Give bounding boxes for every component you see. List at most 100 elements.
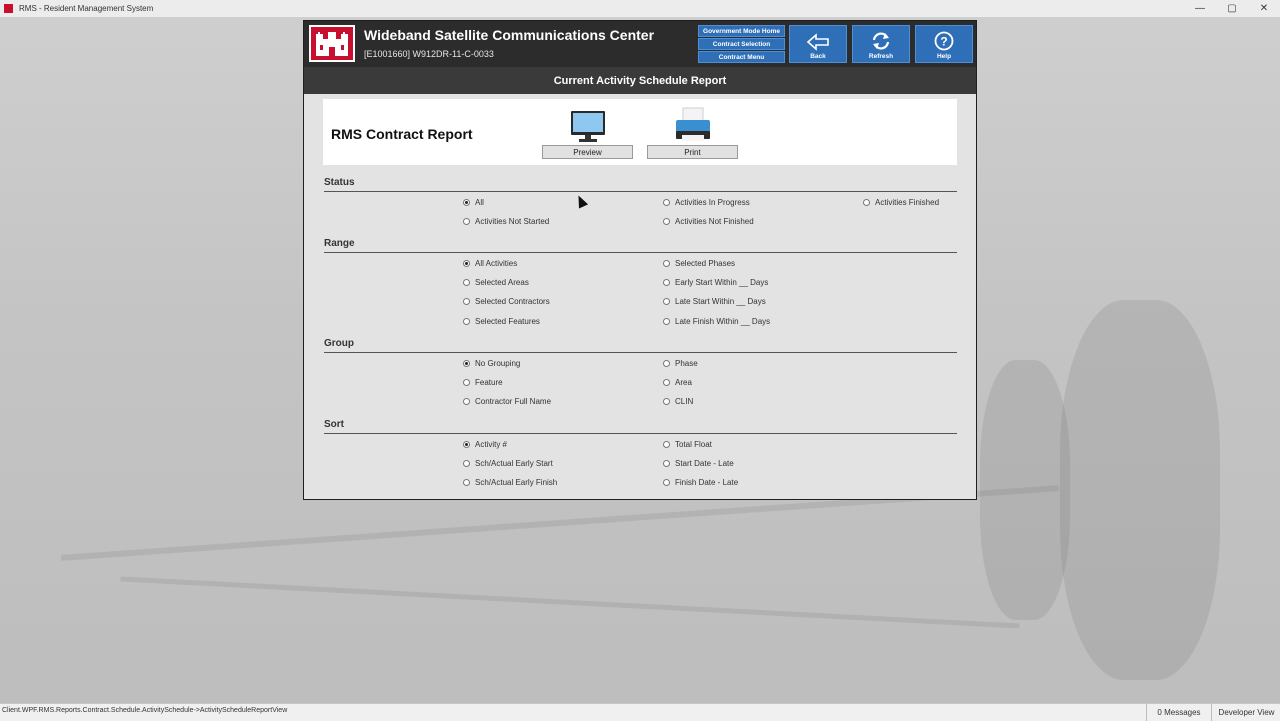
refresh-label: Refresh (868, 53, 894, 60)
option-label: Area (675, 378, 692, 387)
group-option-contractor-full-name[interactable]: Contractor Full Name (463, 397, 551, 406)
group-option-phase[interactable]: Phase (663, 359, 698, 368)
radio[interactable] (663, 398, 670, 405)
radio[interactable] (463, 460, 470, 467)
castle-logo-icon (309, 25, 355, 62)
radio[interactable] (663, 479, 670, 486)
radio[interactable] (663, 318, 670, 325)
group-option-no-grouping[interactable]: No Grouping (463, 359, 520, 368)
contract-selection-link[interactable]: Contract Selection (698, 38, 785, 50)
range-option-selected-areas[interactable]: Selected Areas (463, 278, 529, 287)
sort-option-early-finish[interactable]: Sch/Actual Early Finish (463, 478, 557, 487)
radio[interactable] (663, 260, 670, 267)
range-option-selected-features[interactable]: Selected Features (463, 317, 540, 326)
option-label: Feature (475, 378, 503, 387)
range-option-selected-contractors[interactable]: Selected Contractors (463, 297, 550, 306)
status-option-finished[interactable]: Activities Finished (863, 198, 939, 207)
report-card: RMS Contract Report Preview Print (323, 99, 957, 165)
back-arrow-icon (806, 33, 829, 51)
option-label: Activities Finished (875, 198, 940, 207)
option-label: Contractor Full Name (475, 397, 552, 406)
sort-option-finish-date-late[interactable]: Finish Date - Late (663, 478, 738, 487)
radio-selected[interactable] (463, 360, 470, 367)
radio[interactable] (663, 298, 670, 305)
option-label: Sch/Actual Early Finish (475, 478, 558, 487)
range-option-late-start[interactable]: Late Start Within __ Days (663, 297, 766, 306)
radio-selected[interactable] (463, 260, 470, 267)
sort-option-total-float[interactable]: Total Float (663, 440, 712, 449)
help-button[interactable]: ? Help (915, 25, 973, 63)
option-label: Early Start Within __ Days (675, 278, 769, 287)
government-mode-home-link[interactable]: Government Mode Home (698, 25, 785, 37)
back-button[interactable]: Back (789, 25, 847, 63)
radio-selected[interactable] (463, 199, 470, 206)
range-option-all-activities[interactable]: All Activities (463, 259, 517, 268)
window-controls: — ▢ ✕ (1184, 0, 1280, 17)
radio[interactable] (663, 460, 670, 467)
range-option-selected-phases[interactable]: Selected Phases (663, 259, 735, 268)
center-name: Wideband Satellite Communications Center (364, 27, 655, 43)
radio[interactable] (663, 199, 670, 206)
radio[interactable] (463, 398, 470, 405)
status-bar: Client.WPF.RMS.Reports.Contract.Schedule… (0, 703, 1280, 721)
group-section-heading: Group (324, 338, 957, 353)
radio[interactable] (463, 218, 470, 225)
option-label: Sch/Actual Early Start (475, 459, 553, 468)
group-option-feature[interactable]: Feature (463, 378, 503, 387)
app-titlebar: RMS - Resident Management System — ▢ ✕ (0, 0, 1280, 18)
minimize-icon[interactable]: — (1184, 0, 1216, 17)
svg-text:?: ? (940, 35, 947, 49)
close-icon[interactable]: ✕ (1248, 0, 1280, 17)
refresh-icon (872, 32, 890, 50)
messages-indicator[interactable]: 0 Messages (1146, 704, 1211, 721)
sort-option-start-date-late[interactable]: Start Date - Late (663, 459, 734, 468)
status-option-all[interactable]: All (463, 198, 484, 207)
radio[interactable] (663, 279, 670, 286)
help-label: Help (936, 53, 952, 60)
status-section-heading: Status (324, 177, 957, 192)
option-label: No Grouping (475, 359, 521, 368)
option-label: Activities Not Finished (675, 217, 754, 226)
group-option-area[interactable]: Area (663, 378, 692, 387)
option-label: Activity # (475, 440, 508, 449)
background-figure-right (1060, 300, 1220, 680)
sort-option-early-start[interactable]: Sch/Actual Early Start (463, 459, 553, 468)
contract-menu-link[interactable]: Contract Menu (698, 51, 785, 63)
radio[interactable] (863, 199, 870, 206)
radio[interactable] (663, 379, 670, 386)
maximize-icon[interactable]: ▢ (1216, 0, 1248, 17)
printer-icon (647, 105, 738, 143)
print-button[interactable]: Print (647, 145, 738, 159)
background-rail-lower (120, 576, 1020, 629)
option-label: All (475, 198, 484, 207)
radio[interactable] (663, 360, 670, 367)
radio[interactable] (463, 279, 470, 286)
preview-button[interactable]: Preview (542, 145, 633, 159)
refresh-button[interactable]: Refresh (852, 25, 910, 63)
radio[interactable] (463, 479, 470, 486)
nav-links: Government Mode Home Contract Selection … (698, 25, 785, 63)
status-option-not-finished[interactable]: Activities Not Finished (663, 217, 754, 226)
status-option-not-started[interactable]: Activities Not Started (463, 217, 549, 226)
sort-section-heading: Sort (324, 419, 957, 434)
sort-option-activity-number[interactable]: Activity # (463, 440, 507, 449)
radio[interactable] (663, 218, 670, 225)
radio[interactable] (463, 379, 470, 386)
radio[interactable] (463, 318, 470, 325)
developer-view-indicator[interactable]: Developer View (1211, 704, 1280, 721)
radio[interactable] (663, 441, 670, 448)
group-option-clin[interactable]: CLIN (663, 397, 693, 406)
report-window: Wideband Satellite Communications Center… (303, 20, 977, 500)
option-label: Phase (675, 359, 698, 368)
option-label: Activities In Progress (675, 198, 750, 207)
option-label: CLIN (675, 397, 694, 406)
option-label: Selected Areas (475, 278, 529, 287)
range-option-early-start[interactable]: Early Start Within __ Days (663, 278, 768, 287)
status-option-in-progress[interactable]: Activities In Progress (663, 198, 750, 207)
radio[interactable] (463, 298, 470, 305)
radio-selected[interactable] (463, 441, 470, 448)
option-label: All Activities (475, 259, 518, 268)
range-option-late-finish[interactable]: Late Finish Within __ Days (663, 317, 770, 326)
range-section-heading: Range (324, 238, 957, 253)
report-title: RMS Contract Report (331, 126, 473, 142)
